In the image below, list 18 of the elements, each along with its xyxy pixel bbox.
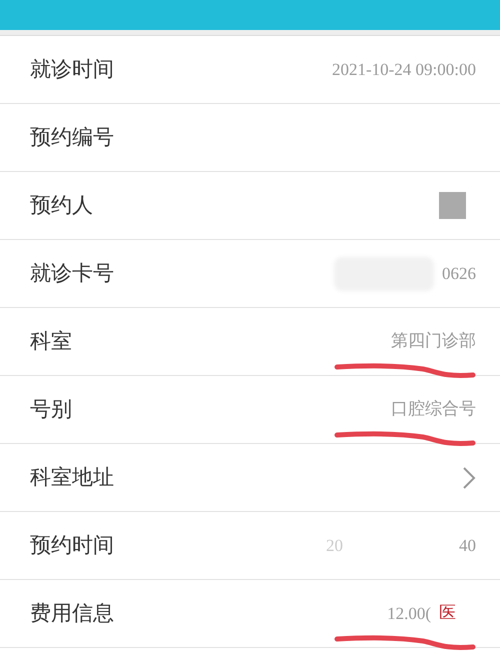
field-label: 就诊时间 <box>30 56 114 83</box>
field-label: 就诊卡号 <box>30 260 114 287</box>
field-label: 预约人 <box>30 192 93 219</box>
field-value: 12.00( <box>387 602 431 625</box>
field-label: 预约时间 <box>30 532 114 559</box>
field-value: 2021-10-24 09:00:00 <box>332 58 476 81</box>
field-value: 口腔综合号 <box>391 398 476 421</box>
chevron-right-icon[interactable] <box>462 466 476 490</box>
field-label: 科室地址 <box>30 464 114 491</box>
redaction-box <box>439 192 466 219</box>
field-value: 0626 <box>442 262 476 285</box>
tag-text: 医 <box>439 602 456 625</box>
field-label: 号别 <box>30 396 72 423</box>
field-label: 预约编号 <box>30 124 114 151</box>
field-label: 科室 <box>30 328 72 355</box>
field-value: 40 <box>459 534 476 557</box>
field-label: 费用信息 <box>30 600 114 627</box>
field-value: 第四门诊部 <box>391 330 476 353</box>
